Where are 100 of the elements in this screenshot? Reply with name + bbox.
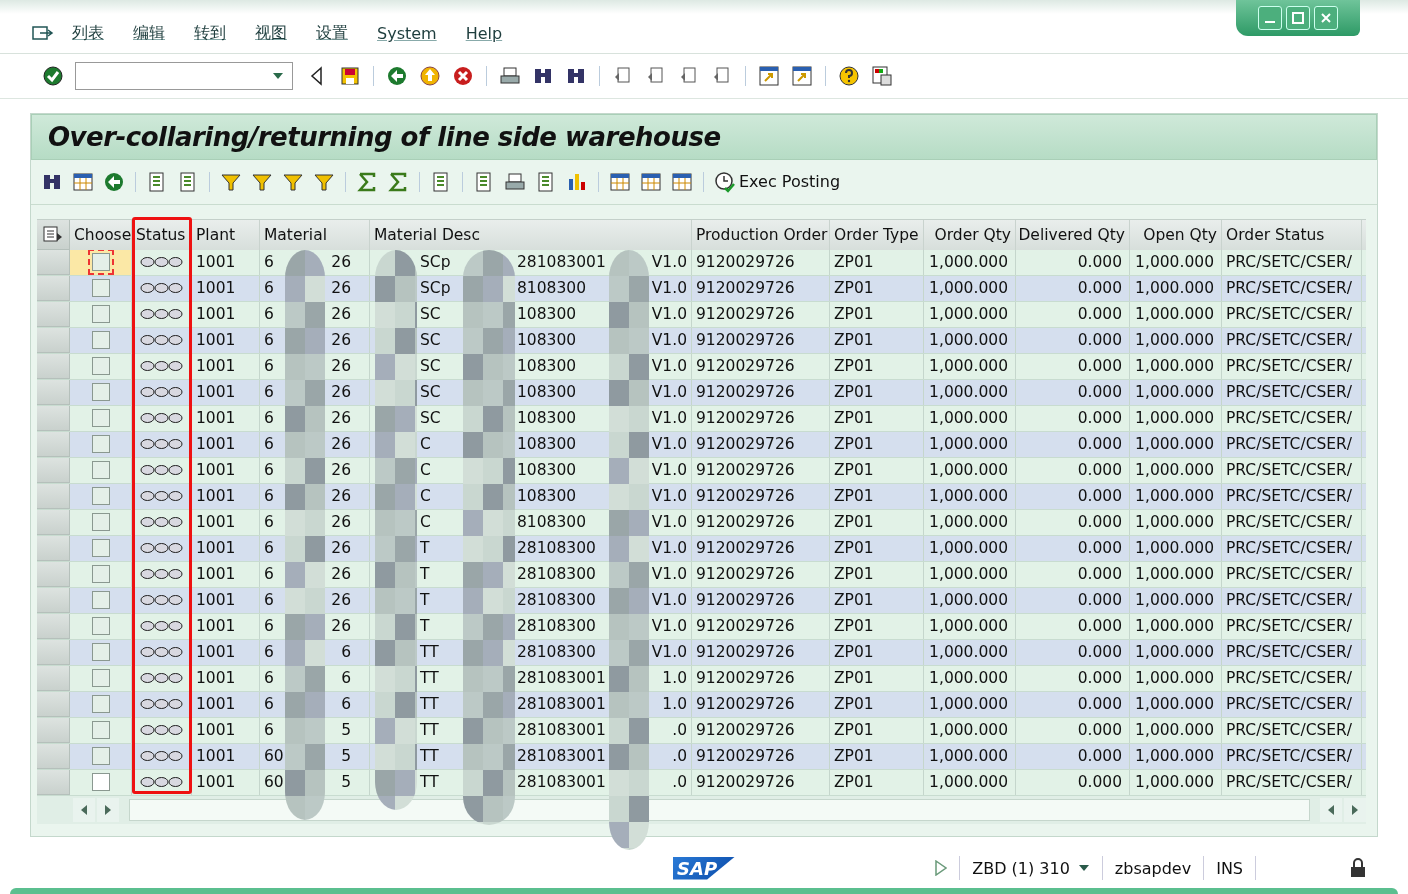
exit-icon[interactable] xyxy=(419,65,441,88)
dropdown-icon[interactable] xyxy=(1077,864,1090,873)
row-selector[interactable] xyxy=(37,639,70,665)
column-header[interactable]: Delivered Qty xyxy=(1016,219,1130,250)
row-selector[interactable] xyxy=(37,535,70,561)
row-selector[interactable] xyxy=(37,353,70,379)
column-header[interactable]: Material xyxy=(260,219,370,250)
scroll-right-icon[interactable] xyxy=(97,797,119,822)
sum-icon[interactable] xyxy=(356,170,378,193)
command-field[interactable] xyxy=(75,62,293,91)
table-cell: 1,000.000 xyxy=(924,275,1016,301)
user-name: zbsapdev xyxy=(1114,858,1192,878)
column-header[interactable]: Order Type xyxy=(830,219,924,250)
table-cell: 1,000.000 xyxy=(924,717,1016,743)
menu-item[interactable]: 转到 xyxy=(194,23,226,45)
checkbox[interactable] xyxy=(91,695,110,714)
scroll-right-icon[interactable] xyxy=(1344,797,1366,822)
choose-cell[interactable] xyxy=(70,249,132,275)
checkbox[interactable] xyxy=(91,461,110,480)
table-cell: 0.000 xyxy=(1016,405,1130,431)
checkbox[interactable] xyxy=(91,773,110,792)
row-selector[interactable] xyxy=(37,509,70,535)
checkbox[interactable] xyxy=(91,331,110,350)
table-cell: 26 xyxy=(331,565,351,584)
dropdown-icon[interactable] xyxy=(272,72,284,81)
table-cell: 26 xyxy=(331,357,351,376)
layout-icon[interactable] xyxy=(37,219,70,250)
table-cell: V1.0 xyxy=(651,461,687,480)
play-icon[interactable] xyxy=(935,860,948,877)
print-preview-icon[interactable] xyxy=(504,170,526,193)
row-selector[interactable] xyxy=(37,561,70,587)
row-selector[interactable] xyxy=(37,717,70,743)
row-selector[interactable] xyxy=(37,301,70,327)
column-header[interactable]: Order Qty xyxy=(924,219,1016,250)
checkbox[interactable] xyxy=(91,305,110,324)
checkbox[interactable] xyxy=(91,435,110,454)
checkbox[interactable] xyxy=(91,565,110,584)
checkbox[interactable] xyxy=(91,669,110,688)
back-icon[interactable] xyxy=(386,65,408,88)
check-icon[interactable] xyxy=(42,65,64,88)
table-cell: 28108300 xyxy=(517,617,596,636)
checkbox[interactable] xyxy=(91,643,110,662)
checkbox[interactable] xyxy=(91,721,110,740)
scroll-left-icon[interactable] xyxy=(73,797,95,822)
row-selector[interactable] xyxy=(37,405,70,431)
row-selector[interactable] xyxy=(37,483,70,509)
scrollbar[interactable] xyxy=(129,798,1310,821)
column-header[interactable]: Plant xyxy=(192,219,260,250)
status-lights-icon xyxy=(139,282,184,295)
column-header[interactable]: Open Qty xyxy=(1130,219,1222,250)
row-selector[interactable] xyxy=(37,587,70,613)
checkbox[interactable] xyxy=(91,617,110,636)
column-header[interactable]: Production Order xyxy=(692,219,830,250)
column-header[interactable]: Status xyxy=(132,219,192,250)
row-selector[interactable] xyxy=(37,613,70,639)
checkbox[interactable] xyxy=(91,383,110,402)
checkbox[interactable] xyxy=(91,279,110,298)
table-cell: 1,000.000 xyxy=(924,561,1016,587)
scroll-left-icon[interactable] xyxy=(1320,797,1342,822)
help-icon[interactable] xyxy=(838,65,860,88)
row-selector[interactable] xyxy=(37,743,70,769)
system-info[interactable]: ZBD (1) 310 xyxy=(972,858,1070,878)
menu-item[interactable]: 列表 xyxy=(72,23,104,45)
menu-item[interactable]: 编辑 xyxy=(133,23,165,45)
minimize-icon[interactable] xyxy=(1258,6,1282,30)
row-selector[interactable] xyxy=(37,457,70,483)
table-cell: 1,000.000 xyxy=(1130,743,1222,769)
row-selector[interactable] xyxy=(37,691,70,717)
save-icon[interactable] xyxy=(339,65,361,88)
row-selector[interactable] xyxy=(37,665,70,691)
row-selector[interactable] xyxy=(37,379,70,405)
column-header[interactable]: Choose xyxy=(70,219,132,250)
menu-item[interactable]: 视图 xyxy=(255,23,287,45)
checkbox[interactable] xyxy=(91,513,110,532)
close-icon[interactable] xyxy=(1314,6,1338,30)
checkbox[interactable] xyxy=(91,539,110,558)
cancel-icon[interactable] xyxy=(452,65,474,88)
checkbox[interactable] xyxy=(91,409,110,428)
table-cell-text: T xyxy=(420,565,431,584)
new-session-icon[interactable] xyxy=(758,65,780,88)
checkbox[interactable] xyxy=(91,747,110,766)
checkbox[interactable] xyxy=(91,591,110,610)
exec-posting-button[interactable]: Exec Posting xyxy=(714,170,841,193)
column-header[interactable]: Material Desc xyxy=(370,219,692,250)
menu-item[interactable]: 设置 xyxy=(316,23,348,45)
menu-item[interactable]: Help xyxy=(465,24,503,44)
grid-icon[interactable] xyxy=(609,170,631,193)
maximize-icon[interactable] xyxy=(1286,6,1310,30)
row-selector[interactable] xyxy=(37,327,70,353)
layout-icon[interactable] xyxy=(871,65,893,88)
shortcut-icon[interactable] xyxy=(791,65,813,88)
subtotal-icon[interactable] xyxy=(387,170,409,193)
menu-icon[interactable] xyxy=(32,25,54,42)
column-header[interactable]: Order Status xyxy=(1222,219,1362,250)
row-selector[interactable] xyxy=(37,431,70,457)
row-selector[interactable] xyxy=(37,275,70,301)
checkbox[interactable] xyxy=(91,357,110,376)
columns-icon[interactable] xyxy=(72,170,94,193)
menu-item[interactable]: System xyxy=(377,24,437,44)
checkbox[interactable] xyxy=(91,487,110,506)
